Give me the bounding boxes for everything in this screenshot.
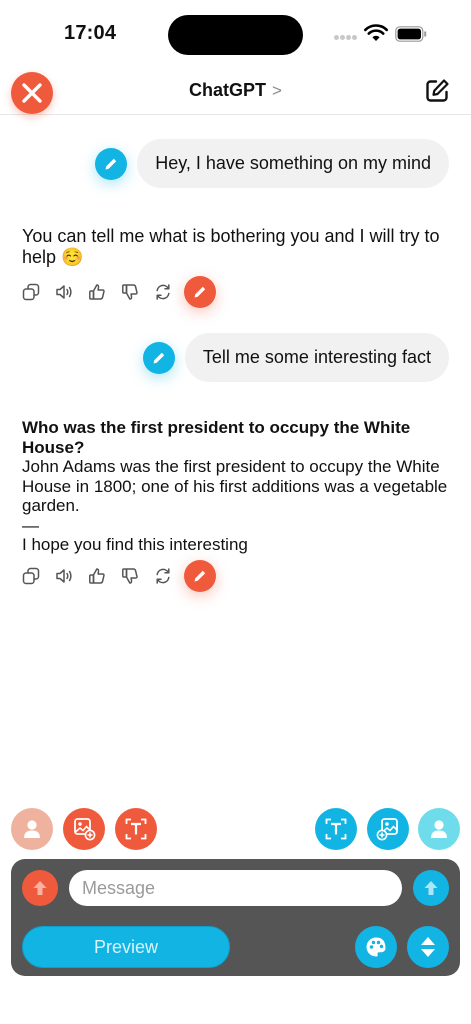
- send-as-right-button[interactable]: [413, 870, 449, 906]
- regenerate-icon[interactable]: [154, 283, 172, 301]
- assistant-message: Who was the first president to occupy th…: [22, 418, 452, 555]
- send-as-left-button[interactable]: [22, 870, 58, 906]
- edit-response-button[interactable]: [184, 276, 216, 308]
- thumbs-up-icon[interactable]: [88, 283, 106, 301]
- arrow-up-icon: [33, 881, 47, 895]
- new-chat-icon[interactable]: [424, 78, 450, 104]
- user-bubble: Tell me some interesting fact: [184, 333, 449, 382]
- speaker-icon[interactable]: [55, 567, 73, 585]
- right-avatar-button[interactable]: [418, 808, 460, 850]
- status-time: 17:04: [64, 22, 117, 44]
- edit-message-button[interactable]: [95, 147, 128, 180]
- person-icon: [431, 820, 447, 838]
- pencil-icon: [105, 158, 117, 169]
- message-input[interactable]: [69, 870, 402, 906]
- battery-icon: [395, 26, 427, 42]
- up-down-arrows-icon: [421, 937, 435, 957]
- pencil-icon: [194, 570, 206, 582]
- edit-response-button[interactable]: [184, 560, 216, 592]
- right-text-button[interactable]: [315, 808, 357, 850]
- separator: —: [22, 515, 39, 535]
- closing-text: I hope you find this interesting: [22, 535, 248, 554]
- cellular-signal-icon: [334, 35, 358, 41]
- message-actions: [22, 560, 216, 592]
- copy-icon[interactable]: [22, 567, 40, 585]
- user-message: Hey, I have something on my mind: [95, 139, 449, 188]
- add-image-icon: [376, 818, 398, 841]
- thumbs-down-icon[interactable]: [121, 283, 139, 301]
- thumbs-down-icon[interactable]: [121, 567, 139, 585]
- pencil-icon: [153, 352, 165, 363]
- assistant-message: You can tell me what is bothering you an…: [22, 226, 440, 267]
- chevron-right-icon: >: [272, 81, 282, 100]
- status-bar: 17:04: [0, 0, 471, 64]
- fact-answer: John Adams was the first president to oc…: [22, 457, 448, 515]
- sort-button[interactable]: [407, 926, 449, 968]
- right-add-image-button[interactable]: [367, 808, 409, 850]
- speaker-icon[interactable]: [55, 283, 73, 301]
- theme-button[interactable]: [355, 926, 397, 968]
- left-add-image-button[interactable]: [63, 808, 105, 850]
- regenerate-icon[interactable]: [154, 567, 172, 585]
- left-text-button[interactable]: [115, 808, 157, 850]
- copy-icon[interactable]: [22, 283, 40, 301]
- model-selector[interactable]: ChatGPT >: [0, 80, 471, 101]
- dynamic-island: [168, 15, 303, 55]
- page-title: ChatGPT: [189, 80, 267, 100]
- text-frame-icon: [325, 818, 347, 840]
- pencil-icon: [194, 286, 206, 298]
- composer-panel: Preview: [11, 859, 460, 976]
- chat-header: ChatGPT >: [0, 64, 471, 115]
- palette-icon: [366, 937, 386, 957]
- user-bubble: Hey, I have something on my mind: [137, 139, 449, 188]
- arrow-up-icon: [424, 881, 438, 895]
- fact-question: Who was the first president to occupy th…: [22, 418, 411, 457]
- preview-button[interactable]: Preview: [22, 926, 230, 968]
- text-frame-icon: [125, 818, 147, 840]
- person-icon: [24, 820, 40, 838]
- add-image-icon: [74, 818, 96, 841]
- message-actions: [22, 276, 216, 308]
- user-message: Tell me some interesting fact: [142, 333, 449, 382]
- wifi-icon: [364, 24, 388, 41]
- preview-label: Preview: [93, 936, 159, 957]
- edit-message-button[interactable]: [142, 341, 175, 374]
- thumbs-up-icon[interactable]: [88, 567, 106, 585]
- left-avatar-button[interactable]: [11, 808, 53, 850]
